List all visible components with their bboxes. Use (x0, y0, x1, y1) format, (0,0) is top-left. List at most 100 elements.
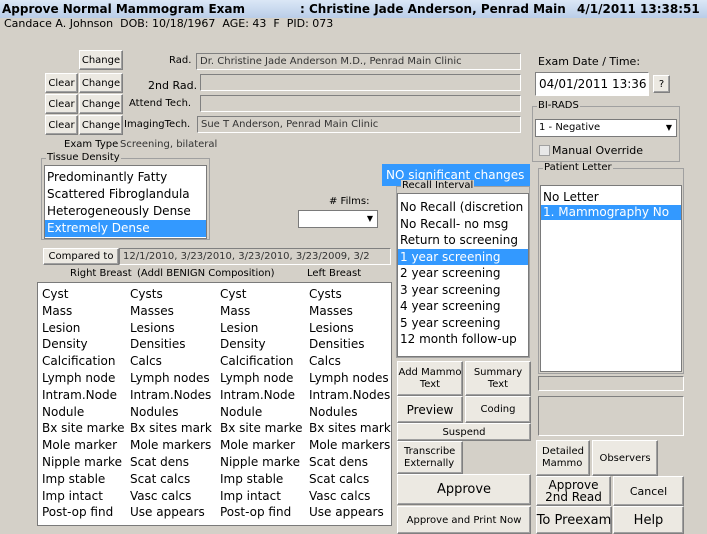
exam-datetime-field[interactable]: 04/01/2011 13:36 (535, 72, 649, 96)
composition-item[interactable]: Density (220, 336, 306, 353)
recall-interval-option[interactable]: 1 year screening (398, 248, 528, 265)
tissue-density-option[interactable]: Predominantly Fatty (45, 169, 206, 186)
composition-item[interactable]: Nodule (220, 404, 306, 421)
recall-interval-option[interactable]: 5 year screening (398, 315, 528, 332)
suspend-button[interactable]: Suspend (397, 423, 531, 441)
composition-item[interactable]: Post-op find (42, 504, 128, 521)
composition-item[interactable]: Lesion (42, 320, 128, 337)
cancel-button[interactable]: Cancel (613, 476, 684, 506)
recall-interval-option[interactable]: 12 month follow-up (398, 331, 528, 348)
composition-item[interactable]: Imp stable (42, 471, 128, 488)
composition-item[interactable]: Scat dens (309, 454, 393, 471)
composition-item[interactable]: Imp intact (220, 488, 306, 505)
composition-item[interactable]: Bx site marke (42, 420, 128, 437)
manual-override-checkbox[interactable] (539, 145, 550, 156)
clear-imaging-tech-button[interactable]: Clear (45, 115, 78, 135)
tissue-density-option[interactable]: Extremely Dense (45, 220, 206, 237)
tissue-density-option[interactable]: Scattered Fibroglandula (45, 186, 206, 203)
composition-item[interactable]: Vasc calcs (130, 488, 216, 505)
composition-item[interactable]: Use appears (130, 504, 216, 521)
recall-interval-list[interactable]: No Recall (discretion No Recall- no msg Re… (397, 193, 529, 357)
composition-item[interactable]: Bx sites mark (309, 420, 393, 437)
composition-item[interactable]: Lymph node (42, 370, 128, 387)
clear-2nd-rad-button[interactable]: Clear (45, 73, 78, 93)
composition-item[interactable]: Lymph nodes (130, 370, 216, 387)
change-attend-tech-button[interactable]: Change (79, 94, 123, 114)
composition-item[interactable]: Lymph nodes (309, 370, 393, 387)
composition-item[interactable]: Intram.Nodes (130, 387, 216, 404)
composition-item[interactable]: Bx site marke (220, 420, 306, 437)
composition-item[interactable]: Cyst (42, 286, 128, 303)
composition-item[interactable]: Lesions (309, 320, 393, 337)
composition-item[interactable]: Imp intact (42, 488, 128, 505)
composition-item[interactable]: Use appears (309, 504, 393, 521)
composition-item[interactable]: Calcs (309, 353, 393, 370)
add-mammo-text-button[interactable]: Add Mammo Text (397, 361, 463, 396)
help-button[interactable]: Help (613, 506, 684, 534)
datetime-help-button[interactable]: ? (653, 75, 670, 93)
birads-select[interactable]: 1 - Negative ▼ (535, 119, 677, 137)
composition-item[interactable]: Nodules (130, 404, 216, 421)
composition-item[interactable]: Imp stable (220, 471, 306, 488)
approve-button[interactable]: Approve (397, 474, 531, 505)
composition-item[interactable]: Mole markers (309, 437, 393, 454)
recall-interval-option[interactable]: No Recall (discretion (398, 199, 528, 216)
composition-item[interactable]: Mass (42, 303, 128, 320)
composition-item[interactable]: Densities (309, 336, 393, 353)
to-preexam-button[interactable]: To Preexam (536, 506, 612, 534)
composition-item[interactable]: Nipple marke (42, 454, 128, 471)
tissue-density-list[interactable]: Predominantly Fatty Scattered Fibroglandu… (44, 165, 207, 239)
composition-item[interactable]: Mole marker (220, 437, 306, 454)
composition-item[interactable]: Masses (309, 303, 393, 320)
preview-button[interactable]: Preview (397, 396, 463, 423)
composition-item[interactable]: Masses (130, 303, 216, 320)
approve-2nd-read-button[interactable]: Approve 2nd Read (536, 476, 611, 506)
composition-item[interactable]: Lesions (130, 320, 216, 337)
change-imaging-tech-button[interactable]: Change (79, 115, 123, 135)
composition-item[interactable]: Mole marker (42, 437, 128, 454)
recall-interval-option[interactable]: Return to screening (398, 232, 528, 249)
composition-item[interactable]: Bx sites mark (130, 420, 216, 437)
composition-item[interactable]: Intram.Node (220, 387, 306, 404)
composition-item[interactable]: Nipple marke (220, 454, 306, 471)
recall-interval-option[interactable]: No Recall- no msg (398, 216, 528, 233)
change-2nd-rad-button[interactable]: Change (79, 73, 123, 93)
composition-item[interactable]: Scat dens (130, 454, 216, 471)
composition-item[interactable]: Density (42, 336, 128, 353)
observers-button[interactable]: Observers (592, 440, 658, 476)
patient-letter-option[interactable]: 1. Mammography No (541, 205, 681, 220)
composition-item[interactable]: Scat calcs (309, 471, 393, 488)
coding-button[interactable]: Coding (465, 396, 531, 423)
films-select[interactable]: ▼ (298, 210, 378, 228)
recall-interval-option[interactable]: 2 year screening (398, 265, 528, 282)
composition-item[interactable]: Mass (220, 303, 306, 320)
composition-item[interactable]: Cyst (220, 286, 306, 303)
composition-item[interactable]: Nodules (309, 404, 393, 421)
composition-item[interactable]: Post-op find (220, 504, 306, 521)
composition-item[interactable]: Calcification (42, 353, 128, 370)
composition-item[interactable]: Intram.Nodes (309, 387, 393, 404)
tissue-density-option[interactable]: Heterogeneously Dense (45, 203, 206, 220)
composition-item[interactable]: Cysts (309, 286, 393, 303)
composition-item[interactable]: Intram.Node (42, 387, 128, 404)
compared-to-button[interactable]: Compared to (43, 248, 119, 265)
patient-letter-list[interactable]: No Letter 1. Mammography No (540, 185, 682, 372)
patient-letter-option[interactable]: No Letter (541, 190, 681, 205)
transcribe-externally-button[interactable]: Transcribe Externally (397, 441, 463, 474)
composition-item[interactable]: Calcification (220, 353, 306, 370)
recall-interval-option[interactable]: 4 year screening (398, 298, 528, 315)
clear-attend-tech-button[interactable]: Clear (45, 94, 78, 114)
summary-text-button[interactable]: Summary Text (465, 361, 531, 396)
approve-and-print-button[interactable]: Approve and Print Now (397, 506, 531, 534)
detailed-mammo-button[interactable]: Detailed Mammo (536, 440, 590, 476)
composition-item[interactable]: Cysts (130, 286, 216, 303)
recall-interval-option[interactable]: 3 year screening (398, 282, 528, 299)
composition-item[interactable]: Vasc calcs (309, 488, 393, 505)
composition-item[interactable]: Lesion (220, 320, 306, 337)
composition-item[interactable]: Scat calcs (130, 471, 216, 488)
change-rad-button[interactable]: Change (79, 50, 123, 70)
composition-item[interactable]: Nodule (42, 404, 128, 421)
composition-item[interactable]: Lymph node (220, 370, 306, 387)
composition-item[interactable]: Densities (130, 336, 216, 353)
composition-item[interactable]: Mole markers (130, 437, 216, 454)
